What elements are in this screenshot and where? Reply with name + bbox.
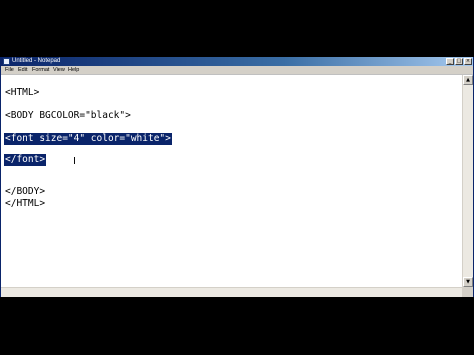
- scroll-down-button[interactable]: ▼: [463, 277, 473, 287]
- menu-bar: File Edit Format View Help: [1, 66, 473, 75]
- notepad-app-icon: [3, 58, 10, 65]
- menu-file[interactable]: File: [5, 66, 14, 74]
- code-line: </BODY>: [5, 186, 46, 197]
- selected-code-line: <font size="4" color="white">: [4, 133, 172, 145]
- code-line: </HTML>: [5, 198, 46, 209]
- minimize-button[interactable]: _: [446, 58, 454, 65]
- horizontal-scrollbar[interactable]: [1, 287, 463, 297]
- size-grip[interactable]: [462, 287, 473, 297]
- vertical-scrollbar[interactable]: ▲ ▼: [462, 75, 473, 287]
- notepad-window: Untitled - Notepad _ □ × File Edit Forma…: [0, 57, 474, 297]
- code-line: <BODY BGCOLOR="black">: [5, 110, 131, 121]
- window-title: Untitled - Notepad: [12, 58, 61, 64]
- menu-edit[interactable]: Edit: [18, 66, 27, 74]
- menu-help[interactable]: Help: [68, 66, 79, 74]
- selected-code-line: </font>: [4, 154, 47, 166]
- code-line: <HTML>: [5, 87, 40, 98]
- i-beam-cursor-icon: I: [73, 156, 76, 167]
- scroll-up-button[interactable]: ▲: [463, 75, 473, 85]
- title-bar[interactable]: Untitled - Notepad _ □ ×: [1, 57, 473, 66]
- menu-view[interactable]: View: [53, 66, 65, 74]
- maximize-button[interactable]: □: [455, 58, 463, 65]
- text-editor-area[interactable]: <HTML> <BODY BGCOLOR="black"> <font size…: [1, 75, 463, 287]
- menu-format[interactable]: Format: [32, 66, 49, 74]
- close-button[interactable]: ×: [464, 58, 472, 65]
